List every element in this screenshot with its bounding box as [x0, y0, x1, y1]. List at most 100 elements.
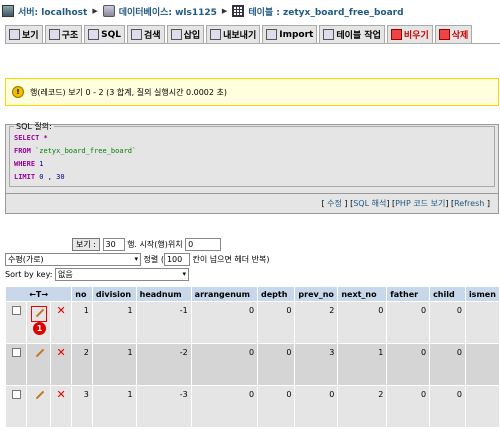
display-controls-row1: 보기 : 30 행. 시작(행)위치 0	[72, 238, 222, 251]
sql-fieldset: SQL 질의: SELECT * FROM `zetyx_board_free_…	[9, 121, 495, 187]
row-checkbox[interactable]	[11, 306, 21, 315]
tab-operations[interactable]: 테이블 작업	[319, 25, 385, 44]
cell-child: 0	[429, 301, 466, 344]
sql-where-line: WHERE 1	[14, 160, 44, 168]
sql-query-box: SQL 질의: SELECT * FROM `zetyx_board_free_…	[5, 121, 499, 194]
cell-prev-no: 3	[294, 343, 339, 386]
search-icon	[131, 29, 142, 40]
server-icon	[2, 5, 14, 17]
table-row: ✕ 2 1 -2 0 0 3 1 0 0	[4, 343, 500, 386]
cell-ismember	[464, 343, 500, 386]
column-nav-arrows[interactable]: ←T→	[4, 286, 73, 302]
breadcrumb-separator-icon: ▶	[92, 7, 98, 15]
table-row: ✕ 1 1 -1 0 0 2 0 0 0	[4, 301, 500, 344]
cell-depth: 0	[257, 301, 296, 344]
database-icon	[102, 5, 115, 17]
display-controls-row2: 수평(가로) 정렬 (100 칸이 넘으면 헤더 반복)	[5, 253, 270, 266]
column-header-next-no[interactable]: next_no	[337, 286, 388, 302]
cell-child: 0	[429, 385, 466, 428]
warning-icon: !	[12, 86, 24, 98]
sort-select[interactable]: 없음	[54, 268, 189, 281]
tab-structure[interactable]: 구조	[44, 25, 83, 44]
results-table: ←T→ no division headnum arrangenum depth…	[4, 286, 500, 428]
rows-input[interactable]: 30	[102, 238, 125, 251]
column-header-division[interactable]: division	[91, 286, 137, 302]
breadcrumb: 서버: localhost ▶ 데이터베이스: wls1125 ▶ 테이블 : …	[2, 2, 404, 20]
sort-label: Sort by key:	[5, 270, 53, 279]
tab-browse[interactable]: 보기	[5, 25, 43, 44]
edit-pencil-icon[interactable]	[34, 390, 44, 400]
cell-child: 0	[429, 343, 466, 386]
cell-arrangenum: 0	[190, 385, 259, 428]
cell-no: 2	[71, 343, 93, 386]
tab-empty[interactable]: 비우기	[386, 25, 433, 44]
explain-sql-link[interactable]: SQL 해석	[353, 199, 386, 208]
row-checkbox[interactable]	[11, 390, 21, 399]
tab-import[interactable]: Import	[262, 25, 318, 44]
column-header-depth[interactable]: depth	[257, 286, 296, 302]
column-header-prev-no[interactable]: prev_no	[294, 286, 339, 302]
table-icon	[232, 5, 245, 17]
tab-search[interactable]: 검색	[127, 25, 165, 44]
column-header-ismember[interactable]: ismen	[464, 286, 500, 302]
column-header-headnum[interactable]: headnum	[135, 286, 192, 302]
edit-pencil-icon[interactable]	[34, 308, 44, 318]
tab-insert[interactable]: 삽입	[166, 25, 205, 44]
operations-icon	[323, 29, 335, 40]
column-header-child[interactable]: child	[429, 286, 466, 302]
sql-select-line: SELECT *	[14, 134, 48, 142]
tab-divider	[5, 43, 500, 44]
sql-limit-line: LIMIT 0 , 30	[14, 173, 65, 181]
import-icon	[266, 29, 278, 40]
cell-father: 0	[386, 343, 431, 386]
delete-icon[interactable]: ✕	[57, 304, 66, 317]
mode-select[interactable]: 수평(가로)	[5, 253, 141, 266]
sql-operations: [ 수정 ] [SQL 해석] [PHP 코드 보기] [Refresh ]	[5, 194, 499, 214]
annotation-badge: 1	[33, 322, 46, 335]
cell-ismember	[464, 385, 500, 428]
breadcrumb-table[interactable]: 테이블 : zetyx_board_free_board	[248, 5, 403, 18]
browse-icon	[9, 29, 20, 40]
cell-arrangenum: 0	[190, 343, 259, 386]
breadcrumb-separator-icon: ▶	[221, 7, 228, 15]
repeat-suffix: 칸이 넘으면 헤더 반복)	[192, 255, 270, 264]
tab-sql[interactable]: SQL	[84, 25, 125, 44]
repeat-input[interactable]: 100	[163, 253, 190, 266]
cell-division: 1	[91, 343, 137, 386]
cell-headnum: -1	[135, 301, 192, 344]
cell-division: 1	[91, 301, 137, 344]
refresh-link[interactable]: Refresh	[454, 199, 484, 208]
row-checkbox[interactable]	[11, 348, 21, 357]
mode-suffix: 정렬	[143, 255, 159, 264]
breadcrumb-server[interactable]: 서버: localhost	[18, 5, 87, 18]
edit-pencil-icon[interactable]	[34, 348, 44, 358]
delete-icon[interactable]: ✕	[57, 388, 66, 401]
empty-icon	[390, 29, 402, 40]
delete-icon[interactable]: ✕	[57, 346, 66, 359]
cell-no: 1	[71, 301, 93, 344]
start-label: 행. 시작(행)위치	[127, 240, 183, 249]
show-button[interactable]: 보기 :	[72, 238, 100, 251]
sql-icon	[88, 29, 100, 40]
insert-icon	[170, 29, 182, 40]
sort-controls: Sort by key: 없음	[5, 268, 189, 281]
tab-drop[interactable]: 삭제	[434, 25, 473, 44]
tab-export[interactable]: 내보내기	[206, 25, 261, 44]
table-row: ✕ 3 1 -3 0 0 0 2 0 0	[4, 385, 500, 428]
column-header-no[interactable]: no	[71, 286, 93, 302]
drop-icon	[438, 29, 450, 40]
cell-prev-no: 2	[294, 301, 339, 344]
column-header-arrangenum[interactable]: arrangenum	[190, 286, 259, 302]
cell-father: 0	[386, 385, 431, 428]
export-icon	[210, 29, 222, 40]
structure-icon	[48, 29, 60, 40]
start-input[interactable]: 0	[185, 238, 222, 251]
column-header-father[interactable]: father	[386, 286, 431, 302]
cell-next-no: 1	[337, 343, 388, 386]
edit-query-link[interactable]: 수정	[327, 199, 342, 208]
cell-arrangenum: 0	[190, 301, 259, 344]
php-code-link[interactable]: PHP 코드 보기	[395, 199, 445, 208]
tab-bar: 보기 구조 SQL 검색 삽입 내보내기 Import 테이블 작업 비우기 삭…	[5, 25, 473, 44]
breadcrumb-database[interactable]: 데이터베이스: wls1125	[119, 5, 217, 18]
cell-division: 1	[91, 385, 137, 428]
